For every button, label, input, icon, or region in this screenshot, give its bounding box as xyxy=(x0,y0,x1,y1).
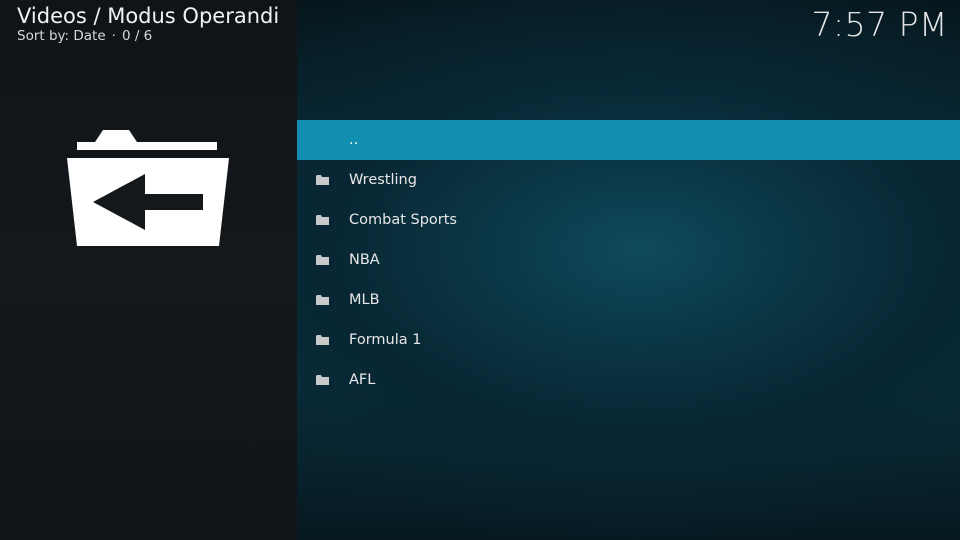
sort-label: Sort by: Date xyxy=(17,28,106,44)
list-item-label: NBA xyxy=(349,252,380,268)
list-item-label: Wrestling xyxy=(349,172,417,188)
item-count: 0 / 6 xyxy=(121,28,153,44)
page-title: Videos / Modus Operandi xyxy=(17,4,280,28)
list-item[interactable]: Combat Sports xyxy=(297,200,960,240)
folder-icon xyxy=(316,175,329,185)
folder-icon xyxy=(316,375,329,385)
sort-info: Sort by: Date · 0 / 6 xyxy=(17,28,279,44)
separator: · xyxy=(111,28,116,44)
list-item[interactable]: NBA xyxy=(297,240,960,280)
folder-icon xyxy=(316,335,329,345)
list-item[interactable]: Formula 1 xyxy=(297,320,960,360)
breadcrumb-header: Videos / Modus Operandi Sort by: Date · 0 … xyxy=(17,4,279,44)
folder-icon xyxy=(316,215,329,225)
list-item-label: AFL xyxy=(349,372,376,388)
left-info-panel xyxy=(0,0,297,540)
list-item[interactable]: AFL xyxy=(297,360,960,400)
clock: 7:57 PM xyxy=(811,5,948,44)
list-item-parent[interactable]: .. xyxy=(297,120,960,160)
folder-back-icon xyxy=(67,130,229,246)
file-list: .. Wrestling Combat Sports NBA MLB Formu… xyxy=(297,120,960,400)
folder-icon xyxy=(316,255,329,265)
kodi-screen: Videos / Modus Operandi Sort by: Date · 0 … xyxy=(0,0,960,540)
folder-icon xyxy=(316,295,329,305)
list-item-label: Combat Sports xyxy=(349,212,457,228)
list-item-label: MLB xyxy=(349,292,380,308)
list-item[interactable]: Wrestling xyxy=(297,160,960,200)
list-item[interactable]: MLB xyxy=(297,280,960,320)
list-item-label: Formula 1 xyxy=(349,332,422,348)
list-item-label: .. xyxy=(349,132,359,148)
